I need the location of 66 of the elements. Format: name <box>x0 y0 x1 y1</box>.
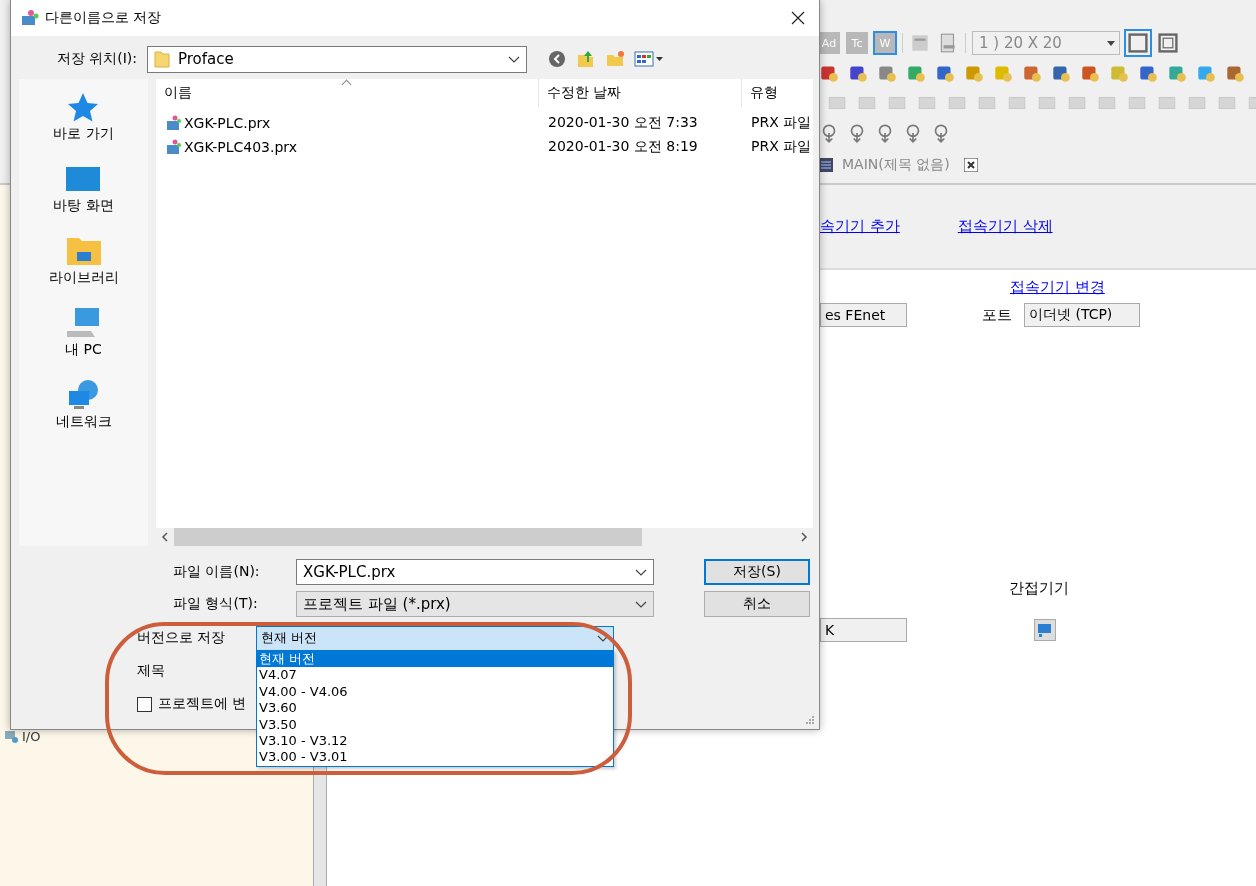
chevron-icon <box>597 634 609 642</box>
version-option[interactable]: V4.07 <box>257 667 613 684</box>
version-option[interactable]: V4.00 - V4.06 <box>257 683 613 701</box>
file-name-label: 파일 이름(N): <box>172 563 261 581</box>
monitor-icon[interactable] <box>1034 619 1056 641</box>
link[interactable]: 접속기기 변경 <box>1010 278 1105 296</box>
file-type-label: 파일 형식(T): <box>172 595 259 613</box>
place-item[interactable]: 바로 가기 <box>53 91 114 143</box>
checkbox[interactable] <box>137 696 152 712</box>
file-icon <box>166 115 182 131</box>
chevron-icon <box>635 568 647 576</box>
chevron-icon <box>635 600 647 608</box>
back-icon[interactable] <box>547 49 567 69</box>
port-field: 이더넷 (TCP) <box>1024 303 1140 327</box>
type-cell-text: PRX 파일 <box>750 137 813 156</box>
location-dropdown[interactable]: Proface <box>147 45 527 73</box>
date-cell-text: 2020-01-30 오전 7:33 <box>547 113 699 132</box>
chevron-icon <box>508 55 520 63</box>
place-item[interactable]: 라이브러리 <box>48 235 119 287</box>
version-option[interactable]: 현재 버전 <box>257 651 613 668</box>
file-icon <box>166 139 182 155</box>
place-item[interactable]: 네트워크 <box>55 379 112 431</box>
close-icon[interactable] <box>791 11 805 25</box>
close-icon[interactable] <box>963 158 978 172</box>
device-field: es FEnet <box>820 303 907 327</box>
file-name-field[interactable]: XGK-PLC.prx <box>296 559 654 585</box>
network-icon <box>4 728 20 744</box>
date-cell-text: 2020-01-30 오전 8:19 <box>547 137 699 156</box>
app-icon <box>21 9 39 27</box>
file-name-cell[interactable]: XGK-PLC.prx <box>156 115 538 131</box>
checkbox-label: 프로젝트에 변 <box>158 695 247 713</box>
type-cell-text: PRX 파일 <box>750 113 813 132</box>
file-type-dropdown[interactable]: 프로젝트 파일 (*.prx) <box>296 591 654 617</box>
save-button[interactable]: 저장(S) <box>704 559 810 585</box>
link[interactable]: 접속기기 삭제 <box>957 217 1053 236</box>
port-label: 포트 <box>982 305 1012 325</box>
version-option[interactable]: V3.00 - V3.01 <box>257 749 613 766</box>
tree-item[interactable]: I/O <box>22 728 41 744</box>
window-title: 다른이름으로 저장 <box>45 9 162 27</box>
up-folder-icon[interactable] <box>576 49 596 69</box>
view-menu-icon[interactable] <box>634 49 664 69</box>
cancel-button[interactable]: 취소 <box>704 591 810 617</box>
column-header[interactable]: 수정한 날짜 <box>538 79 741 107</box>
frame-icon[interactable] <box>1156 31 1180 55</box>
file-name-cell[interactable]: XGK-PLC403.prx <box>156 139 538 155</box>
computer-icon <box>65 307 102 339</box>
link[interactable]: 속기기 추가 <box>820 217 900 236</box>
frame-icon[interactable] <box>1126 31 1150 55</box>
column-header[interactable]: 이름 <box>156 79 538 107</box>
resize-grip-icon[interactable] <box>805 715 815 725</box>
version-option[interactable]: V3.10 - V3.12 <box>257 732 613 750</box>
new-folder-icon[interactable] <box>605 49 625 69</box>
place-item[interactable]: 내 PC <box>65 307 102 359</box>
version-option[interactable]: V3.60 <box>257 700 613 717</box>
folder-icon <box>154 50 170 68</box>
column-header[interactable]: 유형 <box>741 79 813 107</box>
version-option[interactable]: V3.50 <box>257 716 613 733</box>
place-item[interactable]: 바탕 화면 <box>53 163 114 215</box>
version-dropdown[interactable]: 현재 버전 <box>256 625 614 651</box>
location-label: 저장 위치(I): <box>55 50 138 68</box>
folder-icon <box>65 235 102 267</box>
save-version-label: 버전으로 저장 <box>137 629 227 647</box>
title-label: 제목 <box>137 662 166 680</box>
caret-icon <box>1107 40 1115 46</box>
indirect-label: 간접기기 <box>1008 579 1070 598</box>
device-field: K <box>820 618 907 642</box>
